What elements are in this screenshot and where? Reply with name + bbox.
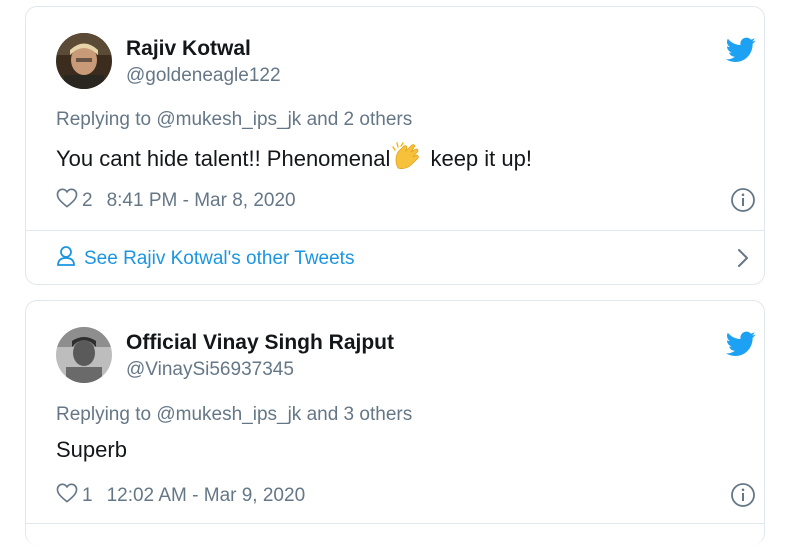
replying-link[interactable]: @mukesh_ips_jk and 3 others	[156, 404, 412, 425]
see-other-tweets-label[interactable]: See Rajiv Kotwal's other Tweets	[84, 248, 354, 270]
chevron-right-icon[interactable]	[734, 247, 752, 269]
clapping-hands-icon	[392, 142, 422, 176]
replying-prefix: Replying to	[56, 109, 157, 130]
author-name[interactable]: Rajiv Kotwal	[126, 37, 251, 61]
author-handle[interactable]: @goldeneagle122	[126, 65, 281, 87]
heart-icon[interactable]	[56, 188, 78, 214]
tweet-text-start: You cant hide talent!! Phenomenal	[56, 146, 391, 171]
timestamp[interactable]: 8:41 PM - Mar 8, 2020	[107, 190, 296, 212]
replying-to: Replying to @mukesh_ips_jk and 2 others	[56, 109, 412, 131]
replying-prefix: Replying to	[56, 404, 157, 425]
author-name[interactable]: Official Vinay Singh Rajput	[126, 331, 394, 355]
info-icon[interactable]	[730, 187, 756, 213]
twitter-bird-icon[interactable]	[725, 37, 756, 63]
divider	[26, 230, 764, 231]
divider	[26, 523, 764, 524]
tweet-text: You cant hide talent!! Phenomenal keep i…	[56, 142, 532, 176]
person-icon	[56, 245, 76, 273]
tweet-text-end: keep it up!	[424, 146, 532, 171]
like-count[interactable]: 1	[82, 485, 93, 507]
tweet-meta: 2 8:41 PM - Mar 8, 2020	[56, 188, 296, 214]
author-handle[interactable]: @VinaySi56937345	[126, 359, 294, 381]
tweet-card[interactable]: Official Vinay Singh Rajput @VinaySi5693…	[25, 300, 765, 545]
tweet-card[interactable]: Rajiv Kotwal @goldeneagle122 Replying to…	[25, 6, 765, 285]
replying-to: Replying to @mukesh_ips_jk and 3 others	[56, 404, 412, 426]
tweet-meta: 1 12:02 AM - Mar 9, 2020	[56, 483, 305, 509]
info-icon[interactable]	[730, 482, 756, 508]
see-other-tweets-link[interactable]: See Rajiv Kotwal's other Tweets	[56, 245, 354, 273]
timestamp[interactable]: 12:02 AM - Mar 9, 2020	[107, 485, 306, 507]
avatar[interactable]	[56, 327, 112, 383]
heart-icon[interactable]	[56, 483, 78, 509]
tweet-text: Superb	[56, 437, 127, 462]
replying-link[interactable]: @mukesh_ips_jk and 2 others	[156, 109, 412, 130]
twitter-bird-icon[interactable]	[725, 331, 756, 357]
avatar[interactable]	[56, 33, 112, 89]
like-count[interactable]: 2	[82, 190, 93, 212]
